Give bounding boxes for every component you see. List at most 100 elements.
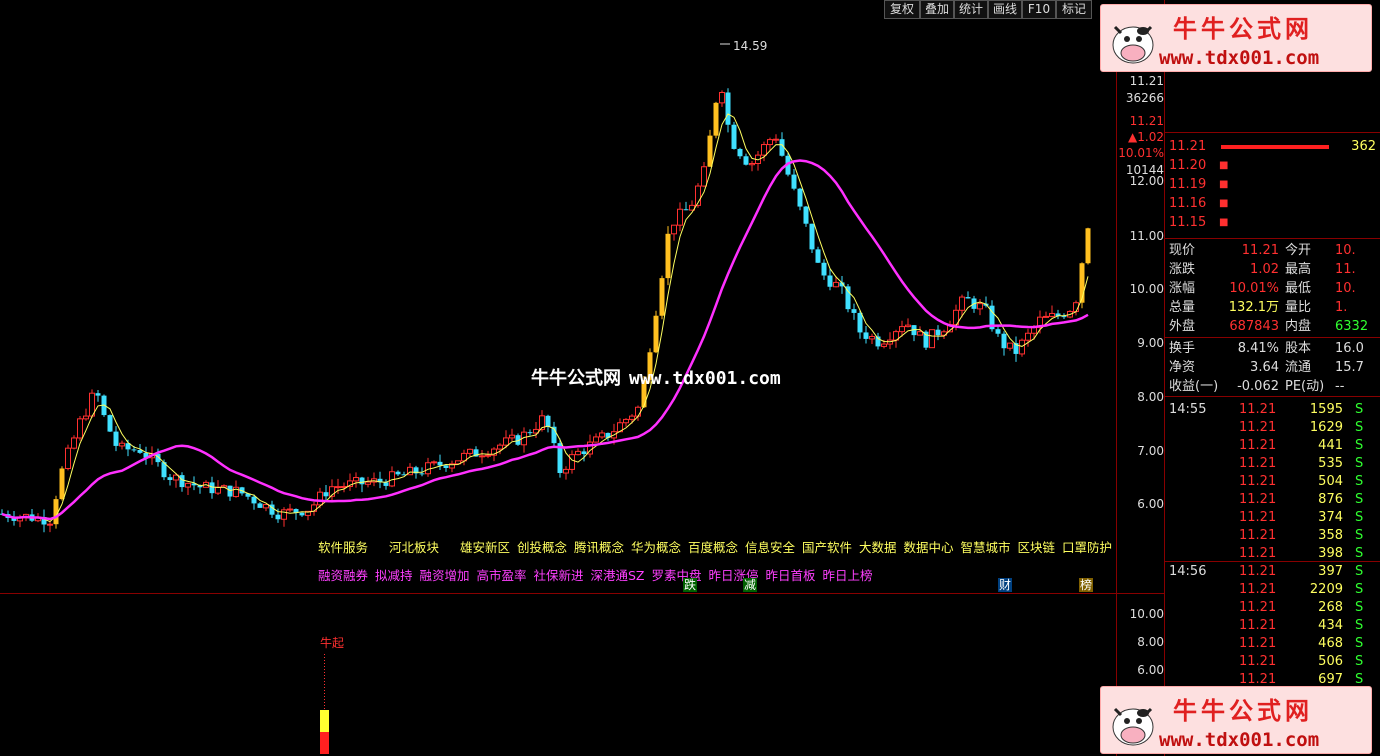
candle-body[interactable] — [59, 468, 65, 500]
bid-row[interactable]: 11.19 ■ — [1169, 175, 1376, 194]
concept-tag[interactable]: 口罩防护 — [1062, 540, 1112, 555]
candle-body[interactable] — [815, 249, 821, 263]
concept-tag[interactable]: 昨日首板 — [765, 568, 815, 583]
concept-tag[interactable]: 国产软件 — [802, 540, 852, 555]
candle-body[interactable] — [503, 437, 509, 446]
candle-body[interactable] — [821, 262, 827, 276]
candle-body[interactable] — [113, 431, 119, 446]
candle-body[interactable] — [851, 309, 857, 313]
candle-body[interactable] — [1001, 333, 1007, 349]
candle-body[interactable] — [767, 139, 773, 146]
candle-body[interactable] — [599, 432, 605, 438]
candle-body[interactable] — [545, 415, 551, 427]
candle-body[interactable] — [437, 461, 443, 466]
candle-body[interactable] — [71, 437, 77, 449]
candle-body[interactable] — [863, 332, 869, 339]
concept-tag[interactable]: 雄安新区 — [460, 540, 510, 555]
candle-body[interactable] — [395, 471, 401, 475]
concept-tag[interactable]: 软件服务 — [318, 540, 368, 555]
candle-body[interactable] — [443, 465, 449, 468]
concept-tag[interactable]: 融资增加 — [420, 568, 470, 583]
candle-body[interactable] — [287, 508, 293, 511]
candle-body[interactable] — [593, 436, 599, 443]
bid-row[interactable]: 11.21 362 — [1169, 137, 1376, 156]
indicator-chart[interactable] — [0, 594, 1118, 756]
candle-body[interactable] — [65, 447, 71, 469]
candle-body[interactable] — [275, 514, 281, 520]
candle-body[interactable] — [95, 393, 101, 396]
candle-body[interactable] — [791, 174, 797, 189]
concept-tag[interactable]: 腾讯概念 — [574, 540, 624, 555]
candle-body[interactable] — [797, 188, 803, 207]
concept-tag[interactable]: 信息安全 — [745, 540, 795, 555]
candle-body[interactable] — [467, 448, 473, 454]
candle-body[interactable] — [923, 331, 929, 348]
candle-body[interactable] — [353, 477, 359, 482]
candle-body[interactable] — [629, 415, 635, 420]
candle-body[interactable] — [131, 449, 137, 451]
candle-body[interactable] — [251, 496, 257, 504]
candle-body[interactable] — [917, 331, 923, 336]
concept-tag[interactable]: 百度概念 — [688, 540, 738, 555]
candle-body[interactable] — [317, 491, 323, 506]
candle-body[interactable] — [365, 481, 371, 485]
candle-body[interactable] — [569, 454, 575, 470]
concept-tag[interactable]: 拟减持 — [375, 568, 413, 583]
concept-tag[interactable]: 数据中心 — [904, 540, 954, 555]
candle-body[interactable] — [725, 92, 731, 125]
concept-tag[interactable]: 河北板块 — [389, 540, 439, 555]
candle-body[interactable] — [731, 124, 737, 149]
candle-body[interactable] — [761, 144, 767, 156]
candle-body[interactable] — [1085, 228, 1091, 264]
candle-body[interactable] — [107, 415, 113, 432]
candle-body[interactable] — [359, 477, 365, 485]
candle-body[interactable] — [1043, 315, 1049, 318]
event-tag-cai[interactable]: 财 — [998, 578, 1012, 592]
candlestick-chart[interactable]: 14.59 — [0, 0, 1118, 594]
concept-tag[interactable]: 区块链 — [1018, 540, 1056, 555]
concept-tag[interactable]: 社保新进 — [534, 568, 584, 583]
candle-body[interactable] — [665, 233, 671, 279]
candle-body[interactable] — [119, 442, 125, 447]
candle-body[interactable] — [671, 224, 677, 235]
candle-body[interactable] — [563, 468, 569, 474]
candle-body[interactable] — [485, 454, 491, 457]
candle-body[interactable] — [803, 206, 809, 224]
candle-body[interactable] — [707, 135, 713, 167]
candle-body[interactable] — [479, 455, 485, 458]
candle-body[interactable] — [899, 326, 905, 333]
candle-body[interactable] — [323, 492, 329, 497]
candle-body[interactable] — [857, 312, 863, 333]
candle-body[interactable] — [881, 343, 887, 347]
candle-body[interactable] — [959, 296, 965, 311]
concept-tag[interactable]: 高市盈率 — [477, 568, 527, 583]
candle-body[interactable] — [167, 477, 173, 480]
candle-body[interactable] — [431, 461, 437, 464]
candle-body[interactable] — [905, 324, 911, 328]
candle-body[interactable] — [653, 315, 659, 353]
concept-tag[interactable]: 深港通SZ — [591, 568, 645, 583]
candle-body[interactable] — [389, 471, 395, 487]
banner-url[interactable]: www.tdx001.com — [1159, 47, 1319, 69]
candle-body[interactable] — [635, 406, 641, 417]
candle-body[interactable] — [719, 91, 725, 104]
candle-body[interactable] — [509, 434, 515, 439]
candle-body[interactable] — [47, 523, 53, 526]
candle-body[interactable] — [935, 329, 941, 336]
concept-tag[interactable]: 融资融券 — [318, 568, 368, 583]
candle-body[interactable] — [383, 482, 389, 486]
concept-tag[interactable]: 创投概念 — [517, 540, 567, 555]
candle-body[interactable] — [257, 503, 263, 508]
candle-body[interactable] — [233, 486, 239, 498]
candle-body[interactable] — [581, 451, 587, 454]
candle-body[interactable] — [263, 504, 269, 509]
candle-body[interactable] — [827, 275, 833, 287]
candle-body[interactable] — [623, 418, 629, 424]
candle-body[interactable] — [299, 512, 305, 516]
candle-body[interactable] — [1025, 332, 1031, 341]
candle-body[interactable] — [833, 281, 839, 288]
candle-body[interactable] — [977, 303, 983, 310]
candle-body[interactable] — [869, 335, 875, 340]
candle-body[interactable] — [929, 329, 935, 349]
concept-tag[interactable]: 昨日上榜 — [822, 568, 872, 583]
